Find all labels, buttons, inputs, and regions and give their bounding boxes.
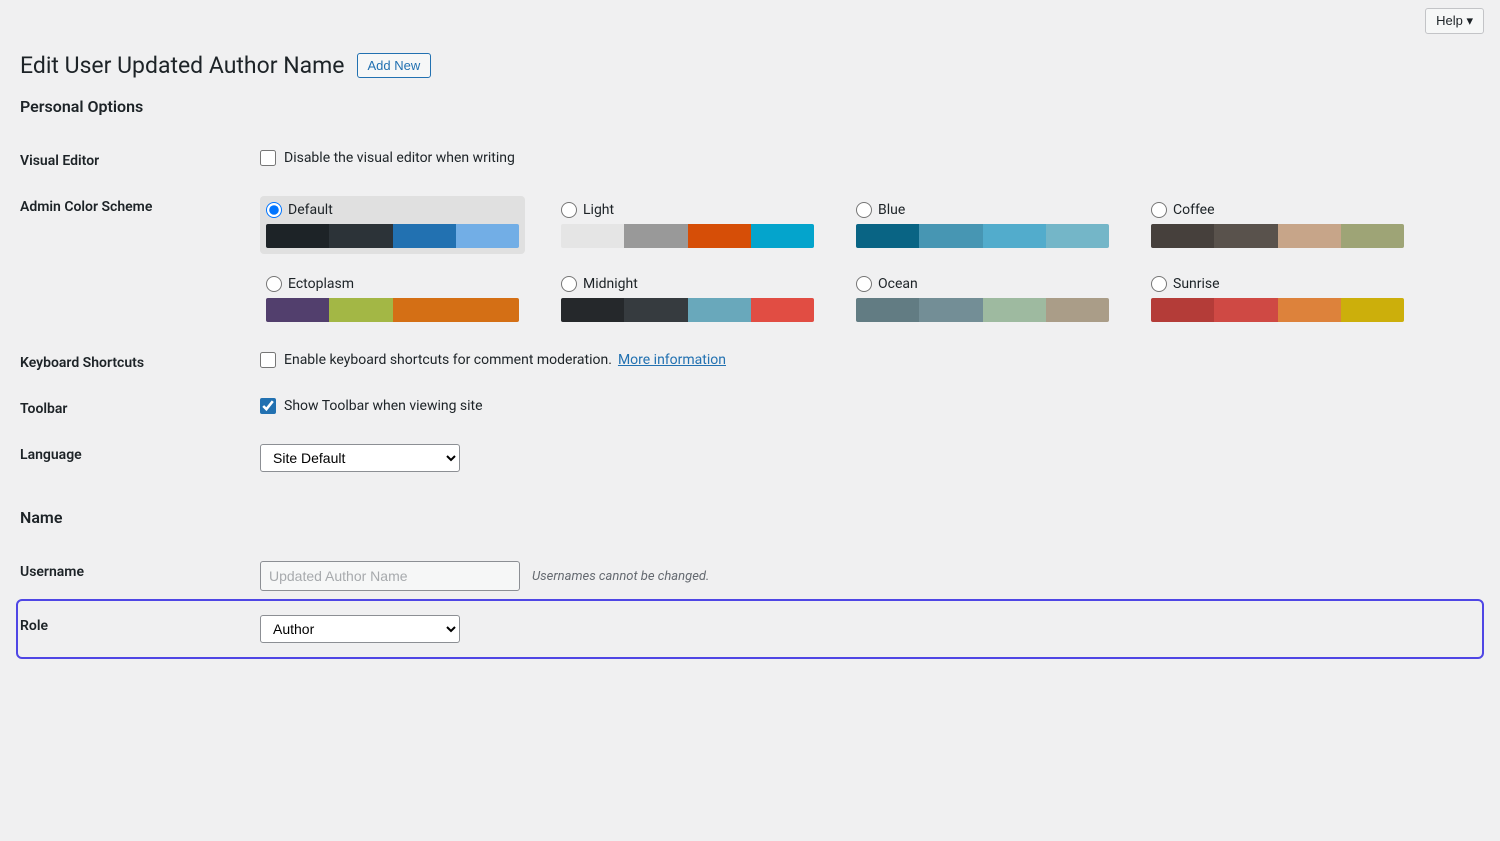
visual-editor-label: Visual Editor <box>20 153 99 169</box>
color-scheme-label-ocean: Ocean <box>878 276 918 292</box>
name-section-title: Name <box>20 508 1480 533</box>
color-swatch <box>329 224 392 248</box>
color-swatches-blue <box>856 224 1109 248</box>
admin-color-scheme-label: Admin Color Scheme <box>20 199 152 215</box>
color-swatches-ocean <box>856 298 1109 322</box>
color-swatch <box>393 224 456 248</box>
admin-color-scheme-row: Admin Color Scheme Default Light Blue Coffe… <box>20 184 1480 340</box>
color-scheme-radio-default[interactable] <box>266 202 282 218</box>
color-swatch <box>1341 298 1404 322</box>
color-swatch <box>751 298 814 322</box>
color-swatches-ectoplasm <box>266 298 519 322</box>
color-scheme-radio-ocean[interactable] <box>856 276 872 292</box>
color-swatch <box>1046 224 1109 248</box>
color-scheme-coffee[interactable]: Coffee <box>1145 196 1410 254</box>
color-swatch <box>1151 224 1214 248</box>
visual-editor-row: Visual Editor Disable the visual editor … <box>20 138 1480 184</box>
color-swatch <box>393 298 456 322</box>
visual-editor-checkbox[interactable] <box>260 150 276 166</box>
color-swatches-light <box>561 224 814 248</box>
color-swatch <box>1341 224 1404 248</box>
role-select[interactable]: AdministratorEditorAuthorContributorSubs… <box>260 615 460 643</box>
color-swatch <box>856 298 919 322</box>
keyboard-shortcuts-checkbox[interactable] <box>260 352 276 368</box>
language-select[interactable]: Site DefaultEnglish (US)EspañolFrançaisD… <box>260 444 460 472</box>
color-swatch <box>456 298 519 322</box>
color-swatch <box>1151 298 1214 322</box>
color-scheme-label-light: Light <box>583 202 614 218</box>
color-swatch <box>1046 298 1109 322</box>
color-swatch <box>688 224 751 248</box>
color-swatch <box>266 224 329 248</box>
color-scheme-ectoplasm[interactable]: Ectoplasm <box>260 270 525 328</box>
color-swatch <box>1214 298 1277 322</box>
color-scheme-label-sunrise: Sunrise <box>1173 276 1220 292</box>
color-scheme-label-midnight: Midnight <box>583 276 638 292</box>
color-scheme-default[interactable]: Default <box>260 196 525 254</box>
color-scheme-radio-blue[interactable] <box>856 202 872 218</box>
color-scheme-midnight[interactable]: Midnight <box>555 270 820 328</box>
color-swatch <box>1278 298 1341 322</box>
color-swatch <box>983 224 1046 248</box>
username-row: Username Usernames cannot be changed. <box>20 549 1480 603</box>
color-scheme-label-coffee: Coffee <box>1173 202 1215 218</box>
toolbar-row: Toolbar Show Toolbar when viewing site <box>20 386 1480 432</box>
color-swatch <box>919 298 982 322</box>
color-swatch <box>983 298 1046 322</box>
color-swatch <box>624 298 687 322</box>
color-scheme-radio-light[interactable] <box>561 202 577 218</box>
page-title: Edit User Updated Author Name <box>20 52 345 79</box>
more-information-link[interactable]: More information <box>618 352 726 368</box>
color-swatch <box>561 298 624 322</box>
role-label: Role <box>20 618 48 634</box>
keyboard-shortcuts-content: Enable keyboard shortcuts for comment mo… <box>260 352 1470 368</box>
color-scheme-blue[interactable]: Blue <box>850 196 1115 254</box>
color-scheme-light[interactable]: Light <box>555 196 820 254</box>
color-swatch <box>1214 224 1277 248</box>
color-swatch <box>688 298 751 322</box>
username-label: Username <box>20 564 84 580</box>
username-note: Usernames cannot be changed. <box>532 569 709 584</box>
language-label: Language <box>20 447 82 463</box>
keyboard-shortcuts-row: Keyboard Shortcuts Enable keyboard short… <box>20 340 1480 386</box>
color-swatch <box>751 224 814 248</box>
color-swatches-midnight <box>561 298 814 322</box>
help-button[interactable]: Help ▾ <box>1425 8 1484 34</box>
color-scheme-grid: Default Light Blue Coffee Ectoplasm Midnight O… <box>260 196 1410 328</box>
color-swatch <box>329 298 392 322</box>
color-scheme-label-default: Default <box>288 202 333 218</box>
color-scheme-radio-coffee[interactable] <box>1151 202 1167 218</box>
visual-editor-text: Disable the visual editor when writing <box>284 150 515 166</box>
color-swatches-coffee <box>1151 224 1404 248</box>
visual-editor-checkbox-label[interactable]: Disable the visual editor when writing <box>260 150 1470 166</box>
toolbar-checkbox-label[interactable]: Show Toolbar when viewing site <box>260 398 1470 414</box>
add-new-button[interactable]: Add New <box>357 53 432 78</box>
toolbar-text: Show Toolbar when viewing site <box>284 398 483 414</box>
toolbar-checkbox[interactable] <box>260 398 276 414</box>
keyboard-shortcuts-checkbox-label[interactable]: Enable keyboard shortcuts for comment mo… <box>260 352 612 368</box>
color-swatch <box>561 224 624 248</box>
username-input[interactable] <box>260 561 520 591</box>
color-swatch <box>1278 224 1341 248</box>
color-swatch <box>266 298 329 322</box>
color-scheme-radio-midnight[interactable] <box>561 276 577 292</box>
color-scheme-radio-ectoplasm[interactable] <box>266 276 282 292</box>
color-swatch <box>856 224 919 248</box>
color-scheme-sunrise[interactable]: Sunrise <box>1145 270 1410 328</box>
keyboard-shortcuts-text: Enable keyboard shortcuts for comment mo… <box>284 352 612 368</box>
color-swatch <box>456 224 519 248</box>
color-swatch <box>624 224 687 248</box>
personal-options-title: Personal Options <box>20 97 1480 122</box>
color-scheme-label-ectoplasm: Ectoplasm <box>288 276 354 292</box>
color-swatch <box>919 224 982 248</box>
role-row: Role AdministratorEditorAuthorContributo… <box>20 603 1480 655</box>
color-scheme-ocean[interactable]: Ocean <box>850 270 1115 328</box>
color-scheme-radio-sunrise[interactable] <box>1151 276 1167 292</box>
keyboard-shortcuts-label: Keyboard Shortcuts <box>20 355 144 371</box>
color-scheme-label-blue: Blue <box>878 202 905 218</box>
color-swatches-sunrise <box>1151 298 1404 322</box>
language-row: Language Site DefaultEnglish (US)Español… <box>20 432 1480 484</box>
color-swatches-default <box>266 224 519 248</box>
toolbar-label: Toolbar <box>20 401 67 417</box>
